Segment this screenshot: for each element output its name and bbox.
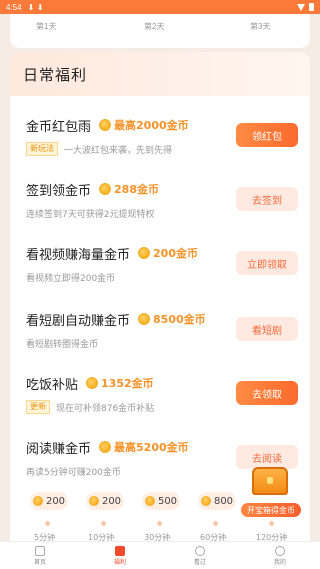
claim-red-packet-button[interactable]: 领红包: [236, 123, 298, 147]
progress-dot: [269, 521, 274, 526]
chest-icon: [252, 467, 288, 495]
status-indicators: [297, 3, 314, 11]
task-desc: 看短剧转圈得金币: [26, 339, 99, 350]
day-label: 第2天: [144, 22, 165, 31]
sign-in-day-strip: 第1天 第2天 第3天: [10, 14, 310, 48]
go-claim-button[interactable]: 去领取: [236, 381, 298, 405]
task-row-short-drama: 看短剧自动赚金币 8500金币 看短剧转圈得金币 看短剧: [26, 310, 298, 370]
status-bar: 4:54 ⬇ ⬇: [0, 0, 320, 14]
task-reward: 最高5200金币: [114, 441, 189, 454]
task-desc: 一大波红包来袭，先到先得: [64, 145, 173, 156]
star-icon: [195, 545, 205, 556]
person-icon: [275, 545, 285, 556]
battery-icon: [309, 3, 314, 11]
nav-item-home[interactable]: 首页: [0, 542, 80, 569]
nav-label: 首页: [33, 558, 46, 566]
task-desc: 现在可补领876金币补贴: [56, 403, 155, 414]
task-title: 签到领金币: [26, 183, 92, 199]
home-icon: [35, 545, 45, 556]
progress-dot: [45, 521, 50, 526]
reward-amount: 800: [213, 495, 234, 507]
task-title: 看视频赚海量金币: [26, 247, 131, 263]
coin-icon: [99, 441, 112, 453]
reward-amount: 500: [157, 495, 178, 507]
coin-icon: [200, 496, 211, 506]
progress-dot: [213, 521, 218, 526]
task-desc: 再读5分钟可赚200金币: [26, 467, 121, 478]
task-row-sign-in: 签到领金币 288金币 连续签到7天可获得2元提现特权 去签到: [26, 180, 298, 240]
coin-icon: [99, 119, 112, 131]
task-reward: 8500金币: [153, 313, 206, 326]
task-title: 金币红包雨: [26, 119, 92, 135]
gift-icon: [115, 545, 125, 556]
reward-amount: 200: [45, 495, 66, 507]
coin-icon: [86, 377, 99, 389]
task-title: 阅读赚金币: [26, 441, 92, 457]
task-desc: 看视频立即得200金币: [26, 273, 116, 284]
claim-now-button[interactable]: 立即领取: [236, 251, 298, 275]
bottom-nav: 首页 福利 看过 我的: [0, 541, 320, 569]
coin-icon: [144, 496, 155, 506]
nav-label: 福利: [113, 558, 126, 566]
open-chest-button[interactable]: 开宝箱得金币: [240, 502, 302, 518]
task-title: 看短剧自动赚金币: [26, 313, 131, 329]
progress-dot: [157, 521, 162, 526]
reward-pill[interactable]: 500: [142, 492, 180, 510]
task-row-meal-subsidy: 吃饭补贴 1352金币 更新 现在可补领876金币补贴 去领取: [26, 374, 298, 434]
coin-icon: [32, 496, 43, 506]
nav-item-watched[interactable]: 看过: [160, 542, 240, 569]
task-reward: 最高2000金币: [114, 119, 189, 132]
download-icon: ⬇ ⬇: [27, 2, 44, 12]
card-header: 日常福利: [10, 52, 310, 96]
task-tag: 新玩法: [26, 142, 58, 156]
nav-label: 我的: [273, 558, 286, 566]
task-tag: 更新: [26, 400, 50, 414]
nav-item-mine[interactable]: 我的: [240, 542, 320, 569]
reward-pill[interactable]: 800: [198, 492, 236, 510]
treasure-chest[interactable]: [242, 467, 302, 501]
day-label: 第3天: [250, 22, 271, 31]
go-read-button[interactable]: 去阅读: [236, 445, 298, 469]
nav-item-benefits[interactable]: 福利: [80, 542, 160, 569]
reading-progress-track: [40, 521, 280, 527]
day-label: 第1天: [36, 22, 57, 31]
watch-drama-button[interactable]: 看短剧: [236, 317, 298, 341]
task-reward: 288金币: [114, 183, 159, 196]
task-reward: 200金币: [153, 247, 198, 260]
task-title: 吃饭补贴: [26, 377, 79, 393]
wifi-icon: [297, 3, 305, 11]
nav-label: 看过: [193, 558, 206, 566]
reward-pill[interactable]: 200: [86, 492, 124, 510]
coin-icon: [88, 496, 99, 506]
go-sign-in-button[interactable]: 去签到: [236, 187, 298, 211]
task-desc: 连续签到7天可获得2元提现特权: [26, 209, 155, 220]
reward-amount: 200: [101, 495, 122, 507]
coin-icon: [99, 183, 112, 195]
coin-icon: [138, 313, 151, 325]
task-reward: 1352金币: [101, 377, 154, 390]
progress-dot: [101, 521, 106, 526]
status-time: 4:54: [6, 2, 22, 12]
reward-pill[interactable]: 200: [30, 492, 68, 510]
task-row-red-packet-rain: 金币红包雨 最高2000金币 新玩法 一大波红包来袭，先到先得 领红包: [26, 116, 298, 176]
task-row-watch-video: 看视频赚海量金币 200金币 看视频立即得200金币 立即领取: [26, 244, 298, 304]
card-title: 日常福利: [23, 65, 88, 84]
coin-icon: [138, 247, 151, 259]
